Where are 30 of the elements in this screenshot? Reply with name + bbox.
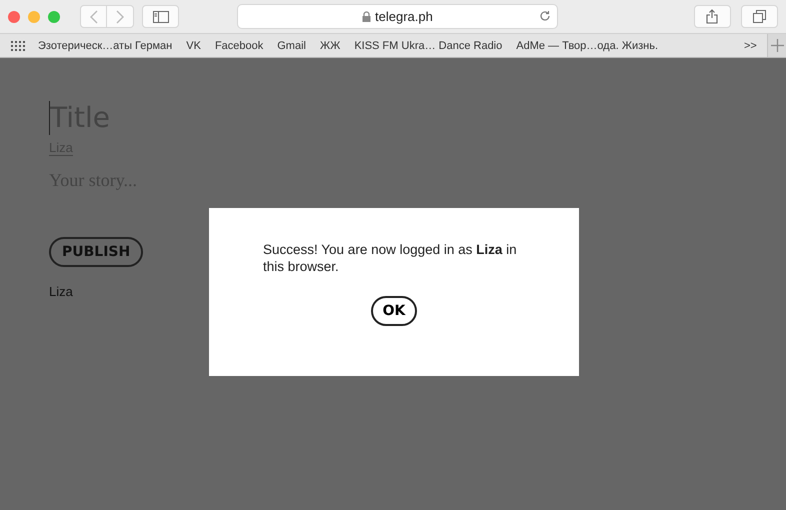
minimize-button[interactable] (28, 10, 40, 22)
ok-button[interactable]: OK (370, 296, 418, 326)
text-cursor (49, 101, 50, 135)
bookmark-link[interactable]: ЖЖ (320, 40, 340, 52)
bookmark-link[interactable]: Gmail (277, 40, 306, 52)
tabs-button[interactable] (740, 5, 778, 28)
forward-button[interactable] (107, 5, 134, 28)
apps-grid-icon[interactable] (11, 40, 25, 50)
bookmark-link[interactable]: Facebook (214, 40, 264, 52)
bookmark-link[interactable]: Эзотерическ…аты Герман (38, 40, 172, 52)
tabs-icon (752, 10, 766, 23)
dialog-message: Success! You are now logged in as Liza in this browser. (263, 241, 518, 275)
reload-icon[interactable] (538, 10, 551, 22)
address-bar[interactable]: telegra.ph (237, 4, 558, 29)
bookmark-link[interactable]: KISS FM Ukra… Dance Radio (354, 40, 502, 52)
author-name: Liza (49, 284, 73, 299)
bookmark-link[interactable]: AdMe — Твор…ода. Жизнь. (516, 40, 658, 52)
sidebar-button[interactable] (142, 5, 180, 28)
more-bookmarks-button[interactable]: >> (744, 40, 757, 52)
lock-icon (362, 11, 371, 22)
back-button[interactable] (80, 5, 107, 28)
close-button[interactable] (8, 10, 20, 22)
bookmark-link[interactable]: VK (186, 40, 201, 52)
share-button[interactable] (694, 5, 731, 28)
chevron-right-icon (115, 10, 125, 24)
zoom-button[interactable] (48, 10, 60, 22)
share-icon (706, 9, 718, 24)
new-tab-icon[interactable] (770, 39, 784, 52)
sidebar-icon (152, 10, 169, 22)
chevron-left-icon (88, 10, 98, 24)
